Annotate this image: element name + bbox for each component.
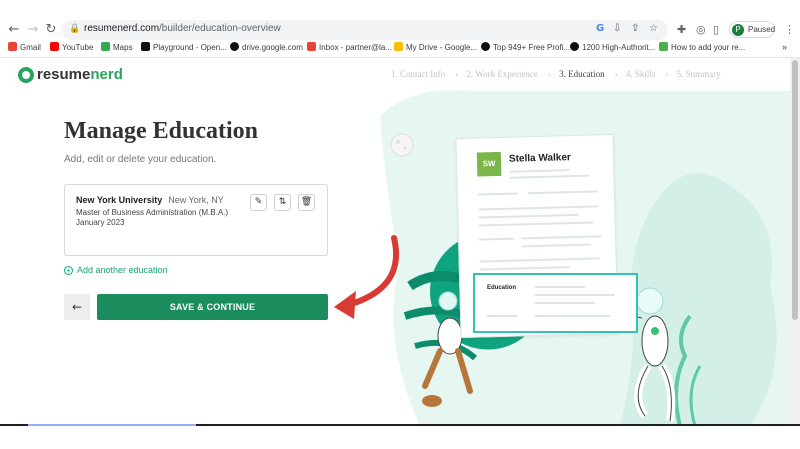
extensions-puzzle-icon[interactable]: ✚: [677, 23, 686, 36]
lock-icon: 🔒: [69, 24, 81, 34]
education-location: New York, NY: [168, 195, 224, 205]
extension-icon[interactable]: ◎: [696, 23, 706, 36]
url-bar-row: ← → ↻ 🔒 resumenerd.com/builder/education…: [0, 20, 800, 42]
gmail-icon: [307, 42, 316, 51]
bookmark-item[interactable]: YouTube: [50, 42, 93, 56]
profile-button[interactable]: P Paused: [729, 21, 775, 38]
education-date: January 2023: [76, 218, 125, 227]
page-title: Manage Education: [64, 118, 259, 144]
bookmark-item[interactable]: Playground - Open...: [141, 42, 227, 56]
side-panel-icon[interactable]: ▯: [713, 23, 719, 36]
step-work-experience[interactable]: 2. Work Experience: [467, 69, 538, 79]
edit-icon[interactable]: ✎: [250, 194, 267, 211]
bookmark-item[interactable]: drive.google.com: [230, 42, 303, 56]
chevron-right-icon: ›: [614, 69, 618, 79]
resume-name: Stella Walker: [508, 152, 571, 165]
page-scrollbar[interactable]: [790, 58, 800, 424]
reorder-icon[interactable]: ⇅: [274, 194, 291, 211]
google-lens-icon[interactable]: G: [596, 23, 604, 34]
resume-initials-badge: SW: [476, 151, 502, 177]
step-summary[interactable]: 5. Summary: [677, 69, 721, 79]
save-continue-button[interactable]: SAVE & CONTINUE: [97, 294, 328, 320]
bookmark-item[interactable]: How to add your re...: [659, 42, 745, 56]
logo-wordmark: resumenerd: [37, 66, 123, 83]
step-education[interactable]: 3. Education: [559, 69, 605, 79]
step-contact-info[interactable]: 1. Contact Info: [391, 69, 445, 79]
globe-icon: [230, 42, 239, 51]
bookmark-item[interactable]: Top 949+ Free Profi...: [481, 42, 570, 56]
education-school: New York University New York, NY: [76, 195, 224, 205]
share-icon[interactable]: ⇪: [631, 23, 639, 34]
plus-circle-icon: +: [64, 266, 73, 275]
chevron-right-icon: ›: [455, 69, 459, 79]
add-another-education-link[interactable]: + Add another education: [64, 265, 168, 275]
forward-icon[interactable]: →: [25, 22, 41, 38]
bookmark-item[interactable]: Maps: [101, 42, 133, 56]
moon-icon: [390, 133, 414, 157]
progress-steps: 1. Contact Info › 2. Work Experience › 3. …: [391, 69, 725, 79]
chevron-right-icon: ›: [547, 69, 551, 79]
arrow-left-icon: ←: [71, 300, 83, 314]
globe-icon: [570, 42, 579, 51]
scrollbar-thumb[interactable]: [792, 60, 798, 320]
openai-icon: [141, 42, 150, 51]
resume-builder-page: SW Stella Walker Education resumenerd 1.…: [0, 58, 790, 424]
back-button[interactable]: ←: [64, 294, 90, 320]
site-icon: [481, 42, 490, 51]
education-panel-label: Education: [487, 285, 517, 291]
education-card: New York University New York, NY Master o…: [64, 184, 328, 256]
back-icon[interactable]: ←: [6, 22, 22, 38]
maps-icon: [101, 42, 110, 51]
bookmark-item[interactable]: 1200 High-Authorit...: [570, 42, 655, 56]
address-bar[interactable]: 🔒 resumenerd.com/builder/education-overv…: [62, 20, 668, 40]
bookmarks-bar: Gmail YouTube Maps Playground - Open... …: [0, 42, 800, 56]
education-degree: Master of Business Administration (M.B.A…: [76, 208, 229, 217]
browser-menu-icon[interactable]: ⋮: [784, 23, 795, 36]
red-arrow-annotation: [334, 235, 400, 319]
step-skills[interactable]: 4. Skills: [626, 69, 656, 79]
bookmark-item[interactable]: Inbox - partner@la...: [307, 42, 392, 56]
youtube-icon: [50, 42, 59, 51]
taskbar: [0, 424, 800, 449]
chevron-right-icon: ›: [665, 69, 669, 79]
taskbar-active-indicator: [28, 424, 196, 426]
bookmark-item[interactable]: Gmail: [8, 42, 41, 56]
profile-status: Paused: [748, 25, 776, 34]
profile-avatar: P: [732, 24, 744, 36]
education-highlight-panel: Education: [473, 273, 638, 333]
url-text: resumenerd.com/builder/education-overvie…: [84, 23, 281, 34]
delete-icon[interactable]: 🗑: [298, 194, 315, 211]
gmail-icon: [8, 42, 17, 51]
bookmark-item[interactable]: My Drive - Google...: [394, 42, 477, 56]
install-app-icon[interactable]: ⇩: [613, 23, 621, 34]
logo-mark-icon: [18, 67, 34, 83]
bookmark-star-icon[interactable]: ☆: [649, 23, 658, 34]
reload-icon[interactable]: ↻: [43, 22, 59, 38]
more-bookmarks-icon[interactable]: »: [782, 42, 787, 56]
google-drive-icon: [394, 42, 403, 51]
browser-chrome: ← → ↻ 🔒 resumenerd.com/builder/education…: [0, 0, 800, 58]
lightning-icon: [659, 42, 668, 51]
page-subtitle: Add, edit or delete your education.: [64, 154, 217, 165]
